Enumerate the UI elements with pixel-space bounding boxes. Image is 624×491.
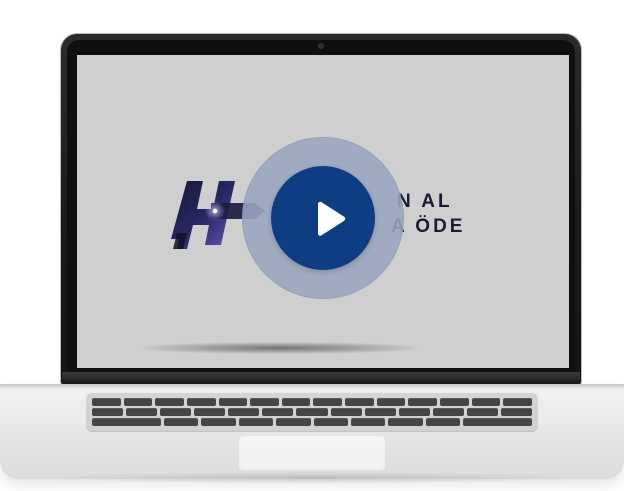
laptop-mockup: N AL A ÖDE xyxy=(0,0,624,491)
keyboard-row xyxy=(92,408,533,416)
keyboard xyxy=(86,392,538,432)
laptop-shadow xyxy=(30,472,594,484)
keyboard-row xyxy=(92,398,532,406)
keyboard-row xyxy=(92,418,533,426)
floor-shadow xyxy=(139,342,419,354)
trackpad xyxy=(238,435,386,471)
laptop-screen: N AL A ÖDE xyxy=(77,55,569,368)
logo-text-line-1: N AL xyxy=(397,191,453,212)
play-icon xyxy=(318,201,346,236)
laptop-base-edge xyxy=(0,384,624,390)
camera-dot xyxy=(318,43,324,49)
